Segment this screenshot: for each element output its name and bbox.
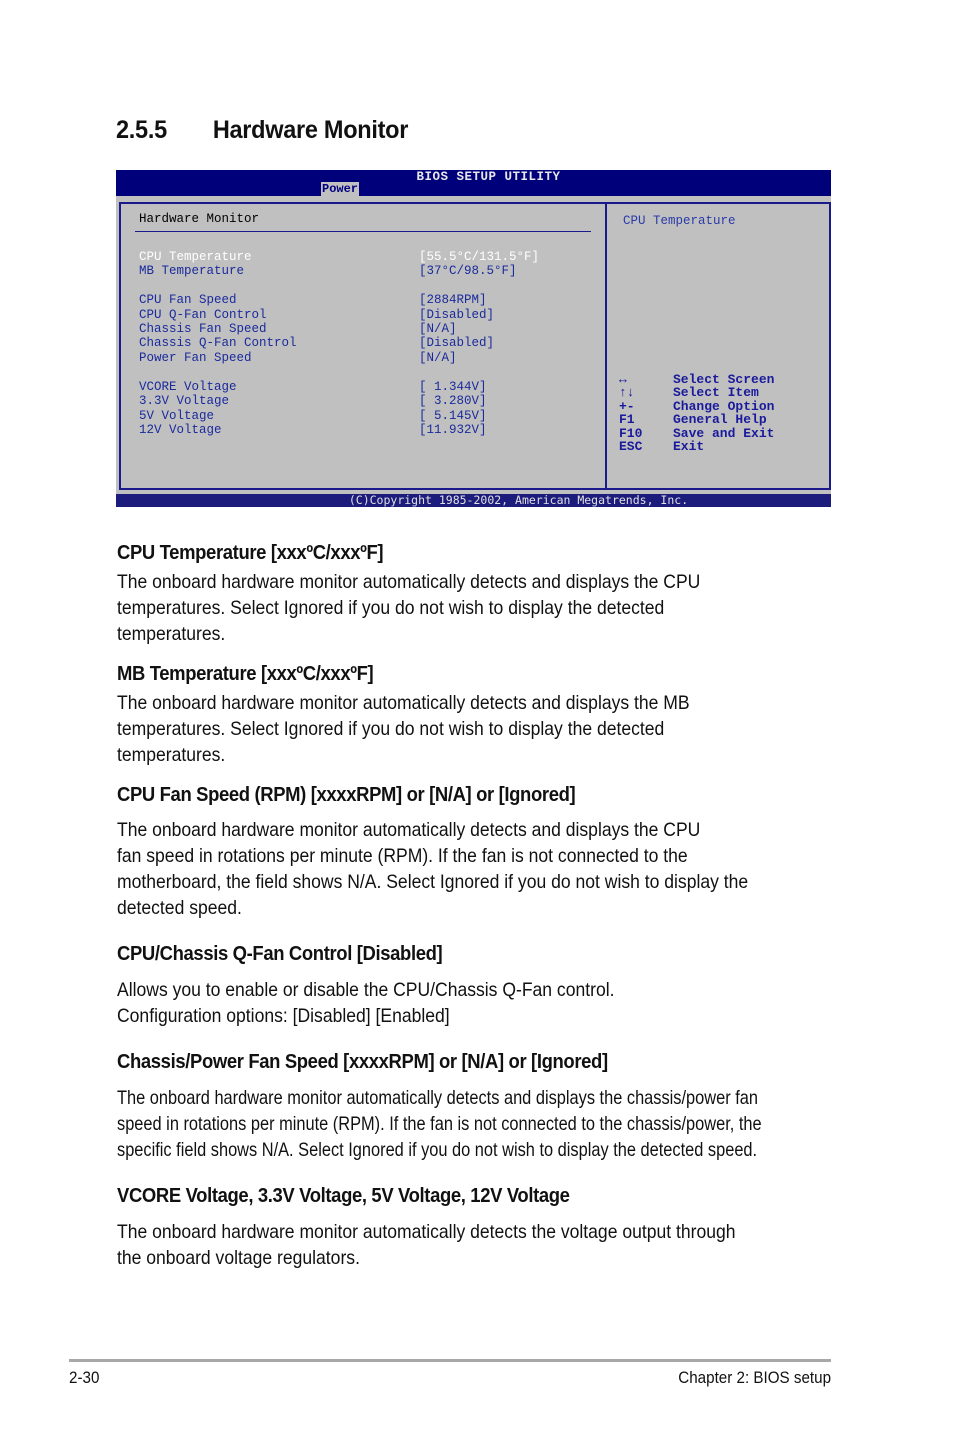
para-mb-temperature: The onboard hardware monitor automatical… — [117, 690, 801, 768]
footer-divider — [69, 1359, 831, 1362]
bios-help-panel: CPU Temperature ↔ Select Screen ↑↓ Selec… — [605, 202, 831, 490]
heading-chassis-power-fan-speed: Chassis/Power Fan Speed [xxxxRPM] or [N/… — [117, 1050, 608, 1073]
text-line: detected speed. — [117, 897, 242, 919]
section-number: 2.5.5 — [116, 116, 167, 144]
section-heading: Hardware Monitor — [212, 116, 409, 144]
item-label: CPU Fan Speed — [139, 293, 237, 307]
item-value: [N/A] — [419, 322, 457, 336]
heading-cpu-fan-speed: CPU Fan Speed (RPM) [xxxxRPM] or [N/A] o… — [117, 783, 576, 806]
text-line: The onboard hardware monitor automatical… — [117, 1087, 758, 1109]
item-value: [55.5°C/131.5°F] — [419, 250, 540, 264]
key-label: ESC — [619, 439, 643, 454]
up-down-arrow-icon: ↑↓ — [619, 385, 635, 400]
bios-header: BIOS SETUP UTILITY Power — [116, 170, 831, 196]
text-line: specific field shows N/A. Select Ignored… — [117, 1139, 758, 1161]
text-line: temperatures. Select Ignored if you do n… — [117, 718, 665, 740]
bios-main-panel: Hardware Monitor CPU Temperature [55.5°C… — [119, 202, 607, 490]
text-line: speed in rotations per minute (RPM). If … — [117, 1113, 762, 1135]
item-label: Chassis Fan Speed — [139, 322, 267, 336]
item-value: [37°C/98.5°F] — [419, 264, 517, 278]
key-action: General Help — [673, 412, 767, 427]
tab-power[interactable]: Power — [321, 182, 360, 196]
para-cpu-fan-speed: The onboard hardware monitor automatical… — [117, 817, 801, 921]
item-value: [N/A] — [419, 351, 457, 365]
item-value: [ 3.280V] — [419, 394, 487, 408]
key-label: F1 — [619, 412, 635, 427]
item-value: [11.932V] — [419, 423, 487, 437]
text-line: The onboard hardware monitor automatical… — [117, 571, 701, 593]
help-title: CPU Temperature — [623, 214, 736, 228]
bios-screenshot: BIOS SETUP UTILITY Power Hardware Monito… — [116, 170, 831, 507]
para-chassis-power-fan-speed: The onboard hardware monitor automatical… — [117, 1085, 831, 1163]
text-line: The onboard hardware monitor automatical… — [117, 692, 690, 714]
text-line: Configuration options: [Disabled] [Enabl… — [117, 1005, 450, 1027]
para-cpu-temperature: The onboard hardware monitor automatical… — [117, 569, 801, 647]
item-label: MB Temperature — [139, 264, 245, 278]
item-value: [Disabled] — [419, 336, 495, 350]
heading-mb-temperature: MB Temperature [xxxºC/xxxºF] — [117, 662, 374, 685]
text-line: motherboard, the field shows N/A. Select… — [117, 871, 749, 893]
text-line: The onboard hardware monitor automatical… — [117, 1221, 736, 1243]
key-action: Exit — [673, 439, 705, 454]
item-label: 12V Voltage — [139, 423, 222, 437]
text-line: temperatures. — [117, 623, 226, 645]
para-voltages: The onboard hardware monitor automatical… — [117, 1219, 801, 1271]
item-label: Chassis Q-Fan Control — [139, 336, 297, 350]
page-number: 2-30 — [69, 1369, 100, 1387]
heading-cpu-temperature: CPU Temperature [xxxºC/xxxºF] — [117, 541, 384, 564]
item-value: [2884RPM] — [419, 293, 487, 307]
text-line: temperatures. Select Ignored if you do n… — [117, 597, 665, 619]
item-label: 3.3V Voltage — [139, 394, 230, 408]
item-label: Power Fan Speed — [139, 351, 252, 365]
text-line: The onboard hardware monitor automatical… — [117, 819, 701, 841]
text-line: temperatures. — [117, 744, 226, 766]
item-label: CPU Q-Fan Control — [139, 308, 267, 322]
item-label: 5V Voltage — [139, 409, 215, 423]
para-qfan-control: Allows you to enable or disable the CPU/… — [117, 977, 801, 1029]
item-label: VCORE Voltage — [139, 380, 237, 394]
bios-copyright: (C)Copyright 1985-2002, American Megatre… — [116, 494, 831, 507]
key-action: Select Item — [673, 385, 759, 400]
section-title: 2.5.5 Hardware Monitor — [116, 116, 408, 145]
item-value: [ 5.145V] — [419, 409, 487, 423]
text-line: Allows you to enable or disable the CPU/… — [117, 979, 615, 1001]
panel-title: Hardware Monitor — [139, 212, 260, 226]
panel-divider — [135, 231, 591, 232]
text-line: fan speed in rotations per minute (RPM).… — [117, 845, 688, 867]
heading-qfan-control: CPU/Chassis Q-Fan Control [Disabled] — [117, 942, 443, 965]
text-line: the onboard voltage regulators. — [117, 1247, 360, 1269]
bios-title: BIOS SETUP UTILITY — [416, 170, 561, 184]
item-value: [ 1.344V] — [419, 380, 487, 394]
item-value: [Disabled] — [419, 308, 495, 322]
chapter-title: Chapter 2: BIOS setup — [678, 1369, 831, 1387]
item-label: CPU Temperature — [139, 250, 252, 264]
heading-voltages: VCORE Voltage, 3.3V Voltage, 5V Voltage,… — [117, 1184, 570, 1207]
